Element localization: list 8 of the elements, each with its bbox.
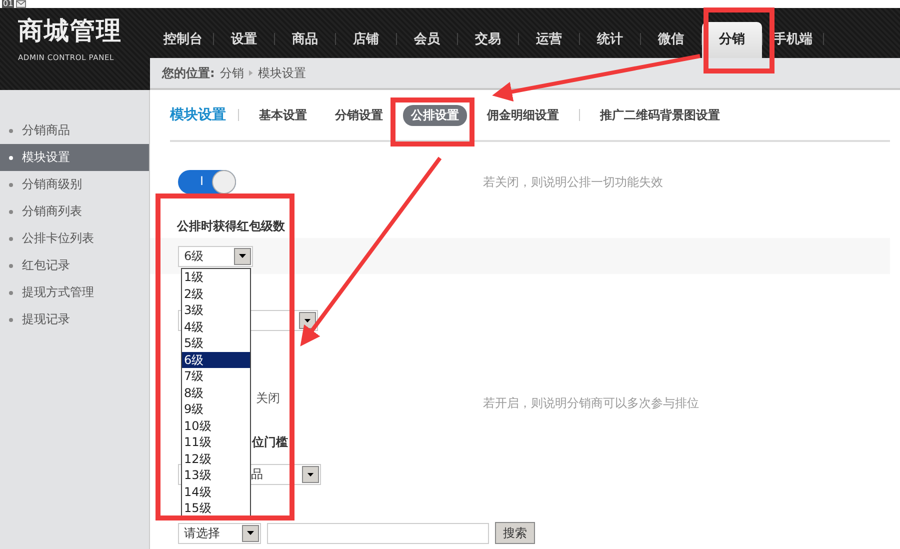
hint-text: 若关闭，则说明公排一切功能失效: [483, 174, 663, 190]
field-label: 公排时获得红包级数: [177, 218, 286, 235]
tab-number: 01: [2, 0, 14, 8]
breadcrumb-label: 您的位置:: [162, 64, 215, 82]
logo-title: 商城管理: [18, 15, 123, 47]
section-title: 模块设置: [170, 106, 226, 124]
field-label: 位门槛: [252, 434, 288, 448]
hint-text: 若开启，则说明分销商可以多次参与排位: [483, 395, 699, 412]
